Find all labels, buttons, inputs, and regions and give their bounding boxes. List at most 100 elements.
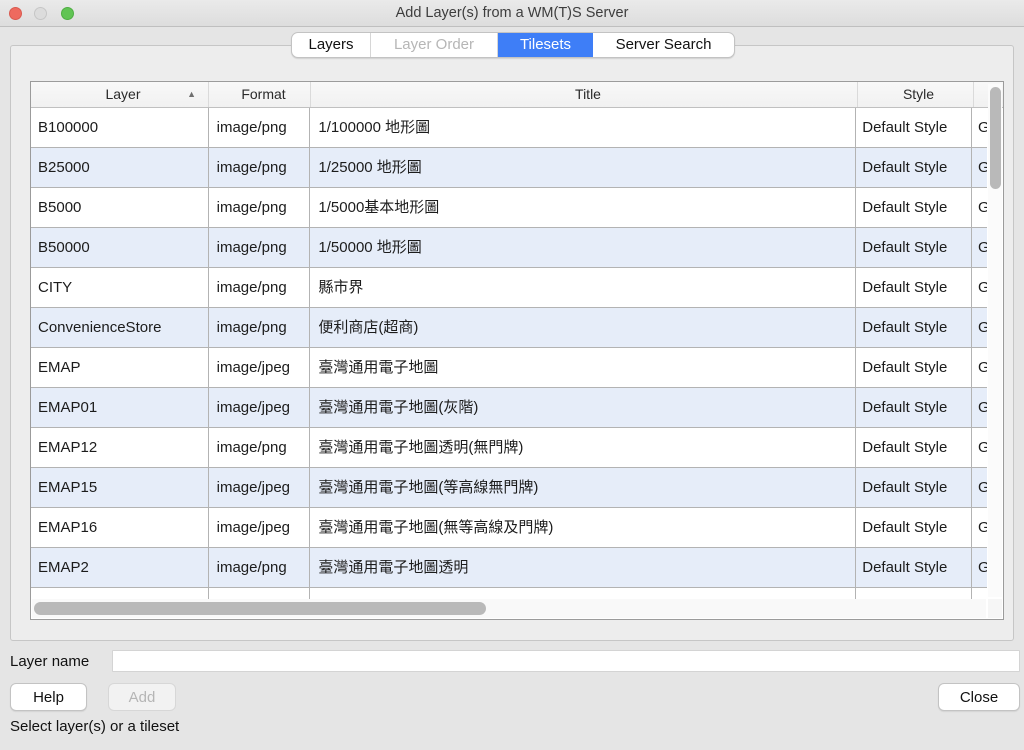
vertical-scrollbar[interactable]	[988, 84, 1002, 597]
cell-tileset-clipped: G	[972, 308, 987, 348]
tab-layer-order: Layer Order	[371, 33, 498, 57]
cell-tileset-clipped: G	[972, 268, 987, 308]
cell-format: image/png	[208, 188, 311, 228]
column-header-title[interactable]: Title	[311, 82, 858, 107]
scrollbar-corner	[988, 599, 1002, 618]
cell-style: Default Style	[856, 268, 973, 308]
cell-title: 臺灣通用電子地圖(等高線無門牌)	[310, 468, 857, 508]
cell-layer: B5000	[31, 188, 209, 228]
column-header-format[interactable]: Format	[209, 82, 311, 107]
horizontal-scrollbar[interactable]	[32, 599, 986, 618]
table-row[interactable]: B100000 image/png 1/100000 地形圖 Default S…	[31, 108, 987, 148]
cell-style: Default Style	[856, 188, 973, 228]
table-row[interactable]: B25000 image/png 1/25000 地形圖 Default Sty…	[31, 148, 987, 188]
cell-layer: EMAP12	[31, 428, 209, 468]
cell-format: image/png	[208, 308, 311, 348]
cell-style: Default Style	[856, 108, 973, 148]
table-row[interactable]: EMAP01 image/jpeg 臺灣通用電子地圖(灰階) Default S…	[31, 388, 987, 428]
cell-tileset-clipped: G	[972, 388, 987, 428]
cell-title: 臺灣通用電子地圖透明(無門牌)	[310, 428, 857, 468]
cell-style: Default Style	[856, 348, 973, 388]
cell-title: 便利商店(超商)	[310, 308, 857, 348]
vertical-scrollbar-thumb[interactable]	[989, 87, 1001, 189]
cell-layer: B50000	[31, 228, 209, 268]
cell-title: 縣市界	[310, 268, 857, 308]
table-row[interactable]: B5000 image/png 1/5000基本地形圖 Default Styl…	[31, 188, 987, 228]
title-bar: Add Layer(s) from a WM(T)S Server	[0, 0, 1024, 27]
table-row[interactable]: EMAP15 image/jpeg 臺灣通用電子地圖(等高線無門牌) Defau…	[31, 468, 987, 508]
cell-layer: B25000	[31, 148, 209, 188]
tilesets-table: Layer ▲ Format Title Style B100000 image…	[30, 81, 1004, 620]
table-row-partial[interactable]	[31, 588, 987, 599]
column-header-style[interactable]: Style	[858, 82, 974, 107]
tab-layers[interactable]: Layers	[292, 33, 371, 57]
cell-format: image/png	[208, 108, 311, 148]
cell-title: 1/25000 地形圖	[310, 148, 857, 188]
table-body: B100000 image/png 1/100000 地形圖 Default S…	[31, 108, 987, 588]
cell-format: image/jpeg	[208, 348, 311, 388]
cell-layer: EMAP01	[31, 388, 209, 428]
cell-layer: EMAP15	[31, 468, 209, 508]
table-row[interactable]: EMAP16 image/jpeg 臺灣通用電子地圖(無等高線及門牌) Defa…	[31, 508, 987, 548]
cell-tileset-clipped: G	[972, 348, 987, 388]
sort-ascending-icon: ▲	[187, 89, 196, 99]
cell-style: Default Style	[856, 548, 973, 588]
cell-tileset-clipped: G	[972, 108, 987, 148]
tab-server-search[interactable]: Server Search	[593, 33, 734, 57]
cell-title: 臺灣通用電子地圖透明	[310, 548, 857, 588]
cell-layer: EMAP2	[31, 548, 209, 588]
help-button[interactable]: Help	[10, 683, 87, 711]
window-title: Add Layer(s) from a WM(T)S Server	[395, 5, 629, 21]
table-row[interactable]: B50000 image/png 1/50000 地形圖 Default Sty…	[31, 228, 987, 268]
add-button[interactable]: Add	[108, 683, 176, 711]
cell-style: Default Style	[856, 508, 973, 548]
cell-format: image/jpeg	[208, 468, 311, 508]
table-row[interactable]: EMAP image/jpeg 臺灣通用電子地圖 Default Style G	[31, 348, 987, 388]
cell-style: Default Style	[856, 428, 973, 468]
cell-format: image/png	[208, 228, 311, 268]
cell-tileset-clipped: G	[972, 228, 987, 268]
cell-title: 臺灣通用電子地圖(無等高線及門牌)	[310, 508, 857, 548]
cell-layer: B100000	[31, 108, 209, 148]
tab-tilesets[interactable]: Tilesets	[498, 33, 593, 57]
cell-style: Default Style	[856, 148, 973, 188]
cell-layer: EMAP16	[31, 508, 209, 548]
cell-layer: CITY	[31, 268, 209, 308]
horizontal-scrollbar-thumb[interactable]	[34, 602, 486, 615]
status-message: Select layer(s) or a tileset	[10, 718, 180, 735]
cell-tileset-clipped: G	[972, 428, 987, 468]
cell-tileset-clipped: G	[972, 148, 987, 188]
cell-format: image/jpeg	[208, 388, 311, 428]
cell-tileset-clipped: G	[972, 188, 987, 228]
cell-style: Default Style	[856, 308, 973, 348]
cell-format: image/png	[208, 268, 311, 308]
cell-title: 臺灣通用電子地圖	[310, 348, 857, 388]
tab-bar: Layers Layer Order Tilesets Server Searc…	[291, 32, 735, 58]
column-header-layer-label: Layer	[105, 86, 141, 102]
layer-name-label: Layer name	[10, 653, 90, 670]
table-row[interactable]: ConvenienceStore image/png 便利商店(超商) Defa…	[31, 308, 987, 348]
cell-format: image/png	[208, 428, 311, 468]
table-row[interactable]: CITY image/png 縣市界 Default Style G	[31, 268, 987, 308]
table-header-row: Layer ▲ Format Title Style	[31, 82, 1003, 108]
cell-format: image/png	[208, 148, 311, 188]
close-button[interactable]: Close	[938, 683, 1020, 711]
cell-format: image/jpeg	[208, 508, 311, 548]
cell-tileset-clipped: G	[972, 508, 987, 548]
cell-title: 1/100000 地形圖	[310, 108, 857, 148]
cell-title: 1/5000基本地形圖	[310, 188, 857, 228]
column-header-layer[interactable]: Layer ▲	[31, 82, 209, 107]
cell-style: Default Style	[856, 388, 973, 428]
column-header-clipped[interactable]	[974, 82, 989, 107]
cell-tileset-clipped: G	[972, 468, 987, 508]
table-row[interactable]: EMAP2 image/png 臺灣通用電子地圖透明 Default Style…	[31, 548, 987, 588]
cell-style: Default Style	[856, 468, 973, 508]
table-row[interactable]: EMAP12 image/png 臺灣通用電子地圖透明(無門牌) Default…	[31, 428, 987, 468]
cell-title: 1/50000 地形圖	[310, 228, 857, 268]
cell-layer: EMAP	[31, 348, 209, 388]
cell-style: Default Style	[856, 228, 973, 268]
layer-name-input[interactable]	[112, 650, 1020, 672]
cell-layer: ConvenienceStore	[31, 308, 209, 348]
cell-tileset-clipped: G	[972, 548, 987, 588]
cell-format: image/png	[208, 548, 311, 588]
